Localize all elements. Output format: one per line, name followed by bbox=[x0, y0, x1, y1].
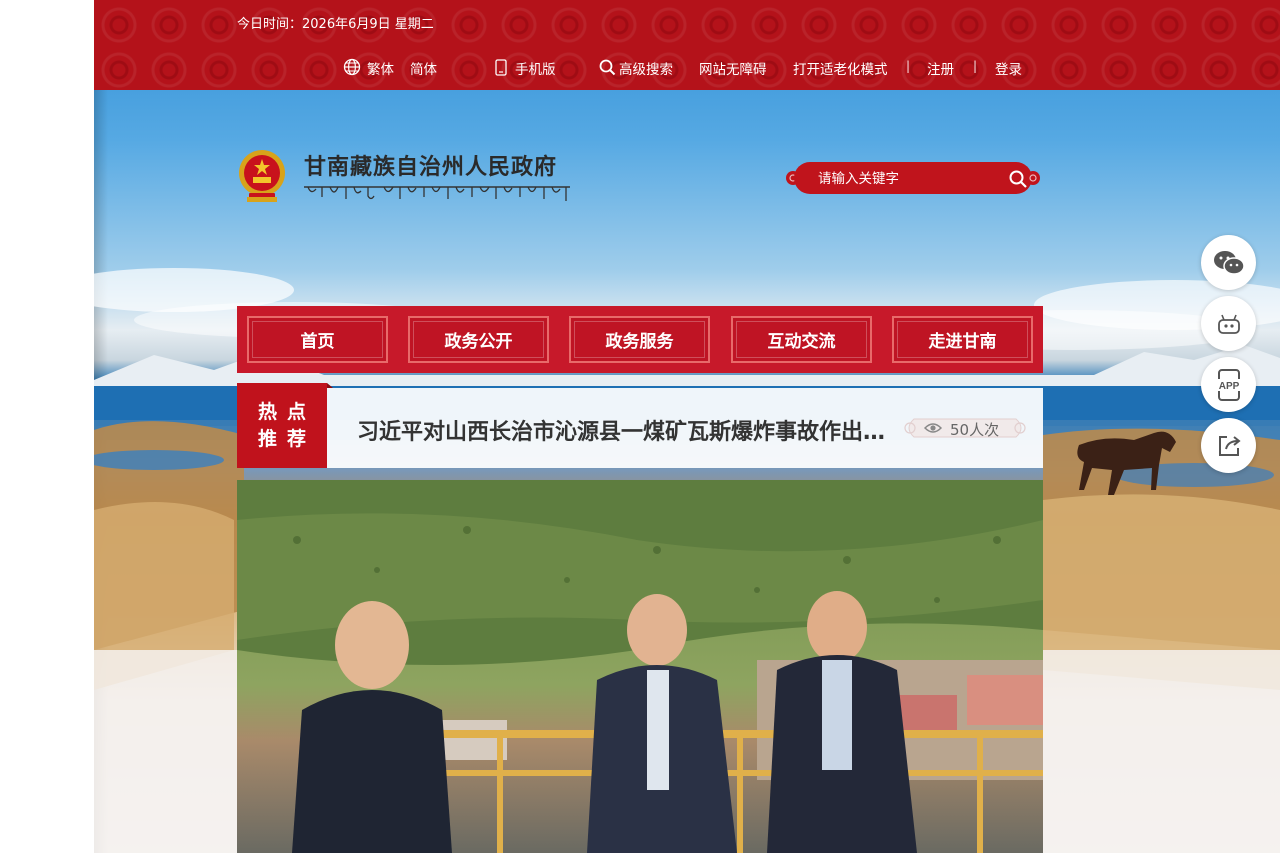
eye-icon bbox=[924, 423, 942, 433]
hot-tag-corner bbox=[327, 383, 333, 388]
top-bar: 今日时间：2026年6月9日 星期二 繁体 简体 手机版 高级搜索 网站无障碍 bbox=[94, 0, 1280, 90]
hot-tag-line2: 推荐 bbox=[257, 428, 316, 450]
register-link[interactable]: 注册 bbox=[927, 58, 954, 78]
elder-mode-link[interactable]: 打开适老化模式 bbox=[793, 58, 888, 78]
search-box bbox=[782, 162, 1044, 194]
separator: | bbox=[973, 59, 978, 73]
wechat-button[interactable] bbox=[1201, 235, 1256, 290]
search-pill bbox=[794, 162, 1032, 194]
page-background: 今日时间：2026年6月9日 星期二 繁体 简体 手机版 高级搜索 网站无障碍 bbox=[94, 0, 1280, 853]
main-nav: 首页 政务公开 政务服务 互动交流 走进甘南 bbox=[237, 306, 1043, 373]
nav-item-government-affairs[interactable]: 政务公开 bbox=[408, 316, 549, 363]
mobile-phone-icon bbox=[495, 59, 507, 76]
robot-icon bbox=[1217, 314, 1240, 334]
hot-news-bar: 热点 推荐 习近平对山西长治市沁源县一煤矿瓦斯爆炸事故作出重要指示 50人次 bbox=[237, 383, 1043, 468]
app-download-button[interactable]: APP bbox=[1201, 357, 1256, 412]
share-button[interactable] bbox=[1201, 418, 1256, 473]
national-emblem-icon bbox=[239, 150, 285, 202]
nav-item-government-services[interactable]: 政务服务 bbox=[569, 316, 710, 363]
site-title: 甘南藏族自治州人民政府 bbox=[304, 155, 558, 180]
search-button-icon[interactable] bbox=[1008, 169, 1028, 189]
globe-icon bbox=[343, 58, 361, 76]
view-count-label: 50人次 bbox=[950, 421, 1000, 439]
wechat-icon bbox=[1213, 250, 1245, 275]
nav-item-interaction[interactable]: 互动交流 bbox=[731, 316, 872, 363]
cloud-ornament-icon bbox=[1026, 171, 1040, 185]
headline-photo-illustration bbox=[237, 480, 1043, 853]
tibetan-script-subtitle bbox=[304, 186, 570, 201]
separator: | bbox=[906, 59, 911, 73]
traditional-chinese-link[interactable]: 繁体 bbox=[367, 58, 394, 78]
accessibility-link[interactable]: 网站无障碍 bbox=[699, 58, 767, 78]
nav-item-about-gannan[interactable]: 走进甘南 bbox=[892, 316, 1033, 363]
hot-news-title[interactable]: 习近平对山西长治市沁源县一煤矿瓦斯爆炸事故作出重要指示 bbox=[357, 414, 887, 446]
headline-photo[interactable] bbox=[237, 480, 1043, 853]
nav-item-home[interactable]: 首页 bbox=[247, 316, 388, 363]
search-input[interactable] bbox=[818, 168, 998, 188]
advanced-search-link[interactable]: 高级搜索 bbox=[619, 58, 673, 78]
view-count: 50人次 bbox=[902, 416, 1026, 440]
hot-recommend-tag: 热点 推荐 bbox=[237, 383, 327, 468]
search-icon bbox=[599, 59, 616, 76]
app-icon: APP bbox=[1214, 368, 1243, 401]
share-icon bbox=[1218, 435, 1241, 456]
svg-text:APP: APP bbox=[1218, 381, 1239, 392]
hot-tag-line1: 热点 bbox=[257, 401, 316, 423]
login-link[interactable]: 登录 bbox=[995, 58, 1022, 78]
mobile-version-link[interactable]: 手机版 bbox=[515, 58, 556, 78]
robot-button[interactable] bbox=[1201, 296, 1256, 351]
simplified-chinese-link[interactable]: 简体 bbox=[410, 58, 437, 78]
date-label: 今日时间：2026年6月9日 星期二 bbox=[237, 17, 434, 32]
